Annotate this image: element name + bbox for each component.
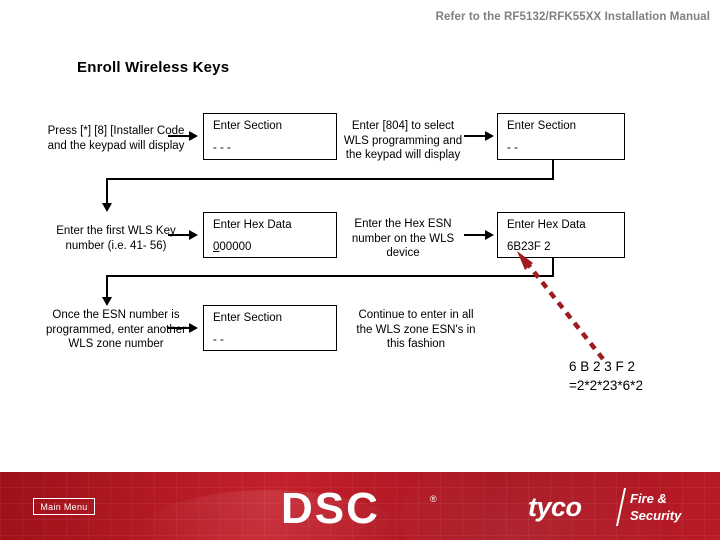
step-caption-5: Once the ESN number is programmed, enter… (46, 309, 186, 350)
slide-canvas: Refer to the RF5132/RFK55XX Installation… (0, 0, 720, 540)
esn-breakdown-annotation: 6 B 2 3 F 2 =2*2*23*6*2 (569, 357, 643, 395)
dsc-logo: DSC (281, 484, 380, 533)
arrow-icon-3 (168, 230, 198, 241)
keypad-display-4-line1: Enter Hex Data (507, 219, 586, 231)
keypad-display-3: Enter Hex Data 000000 (203, 212, 337, 258)
header-reference-note: Refer to the RF5132/RFK55XX Installation… (435, 11, 710, 23)
tyco-logo: tyco (528, 492, 582, 522)
connector-2-vertical-b (106, 275, 108, 299)
keypad-display-3-line1: Enter Hex Data (213, 219, 292, 231)
connector-1-vertical-b (106, 178, 108, 205)
tyco-tagline-line1: Fire & (630, 491, 667, 506)
keypad-display-3-line2: 000000 (213, 241, 251, 253)
keypad-display-5-line2: - - (213, 334, 224, 346)
arrow-icon-5 (168, 323, 198, 334)
connector-1-vertical-a (552, 160, 554, 180)
connector-2-arrowhead-icon (101, 297, 112, 306)
keypad-display-1-line1: Enter Section (213, 120, 283, 132)
keypad-display-5: Enter Section - - (203, 305, 337, 351)
esn-breakdown-line2: =2*2*23*6*2 (569, 378, 643, 393)
connector-1-arrowhead-icon (101, 203, 112, 212)
tyco-tagline: Fire & Security (630, 490, 681, 524)
step-caption-2: Enter [804] to select WLS programming an… (343, 120, 463, 161)
arrow-icon-1 (168, 131, 198, 142)
keypad-display-1: Enter Section - - - (203, 113, 337, 160)
keypad-display-2-line2: - - (507, 142, 518, 154)
keypad-display-5-line1: Enter Section (213, 312, 283, 324)
page-title: Enroll Wireless Keys (77, 59, 230, 76)
connector-2-horizontal (106, 275, 553, 277)
main-menu-button[interactable]: Main Menu (33, 498, 95, 515)
esn-breakdown-line1: 6 B 2 3 F 2 (569, 359, 636, 374)
tyco-tagline-line2: Security (630, 508, 682, 523)
arrow-icon-4 (464, 230, 494, 241)
arrow-icon-2 (464, 131, 494, 142)
esn-callout-arrow-icon (517, 251, 605, 361)
step-caption-4: Enter the Hex ESN number on the WLS devi… (351, 218, 455, 259)
step-caption-6: Continue to enter in all the WLS zone ES… (356, 309, 476, 350)
dsc-registered-mark-icon: ® (430, 494, 437, 504)
keypad-display-3-rest-digits: 00000 (219, 241, 252, 253)
keypad-display-2: Enter Section - - (497, 113, 625, 160)
footer-banner: Main Menu DSC ® tyco Fire & Security (0, 472, 720, 540)
keypad-display-2-line1: Enter Section (507, 120, 577, 132)
connector-1-horizontal (106, 178, 553, 180)
keypad-display-1-line2: - - - (213, 142, 231, 154)
